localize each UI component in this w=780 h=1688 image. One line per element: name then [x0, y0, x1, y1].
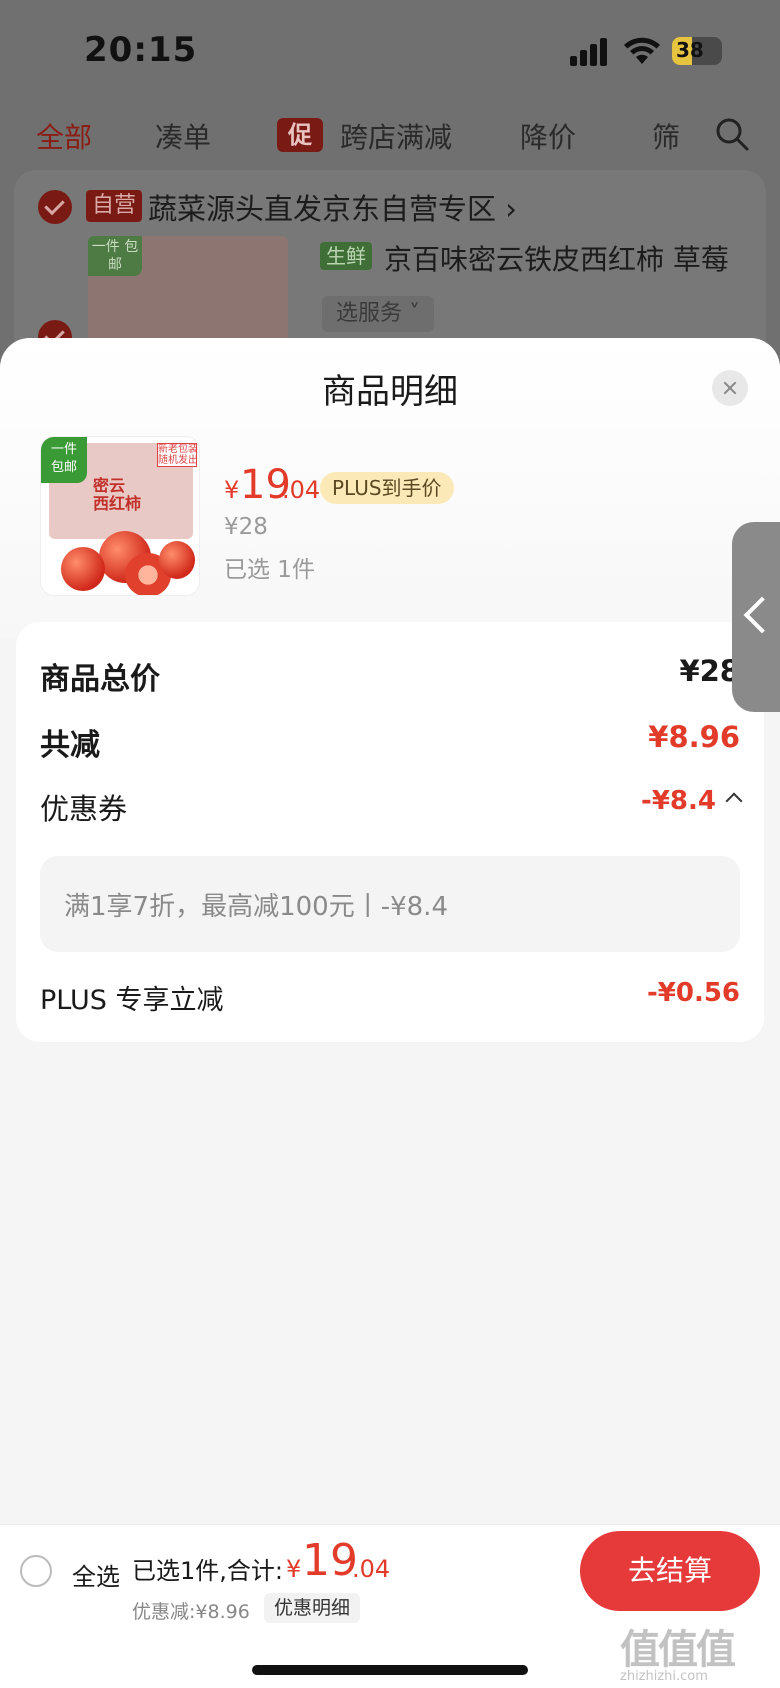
select-all-radio[interactable]	[20, 1555, 52, 1587]
tomato-image	[61, 547, 105, 591]
cart-filter-tabs: 全部 凑单 跨店满减 降价 筛	[0, 110, 780, 170]
tab-all[interactable]: 全部	[36, 116, 92, 156]
store-checkbox[interactable]	[38, 190, 72, 224]
service-selector[interactable]: 选服务 ˅	[322, 296, 435, 332]
signal-icon	[570, 38, 610, 66]
total-integer: 19	[302, 1535, 358, 1586]
coupon-label: 优惠券	[40, 792, 128, 826]
status-time: 20:15	[84, 30, 198, 70]
coupon-detail-text: 满1享7折，最高减100元丨-¥8.4	[64, 892, 448, 922]
select-all-label[interactable]: 全选	[72, 1557, 120, 1592]
wifi-icon	[624, 37, 660, 64]
price-breakdown-card: 商品总价 ¥28 共减 ¥8.96 优惠券 -¥8.4 满1享7折，最高减100…	[16, 622, 764, 1042]
product-thumbnail: 密云 西红柿 一件 包邮 新老包装 随机发出	[40, 436, 200, 596]
cart-page-background: 20:15 38 全部 凑单 跨店满减 降价 筛 促 自营 蔬菜源头直发京东自营…	[0, 0, 780, 390]
total-currency: ¥	[286, 1555, 302, 1583]
chevron-up-icon	[725, 792, 743, 810]
coupon-detail-box: 满1享7折，最高减100元丨-¥8.4	[40, 856, 740, 952]
plus-price-tag: PLUS到手价	[320, 472, 454, 504]
side-expand-handle[interactable]	[732, 522, 780, 712]
item-title[interactable]: 京百味密云铁皮西红柿 草莓	[384, 238, 729, 278]
original-price: ¥28	[224, 514, 268, 540]
checkout-button[interactable]: 去结算	[580, 1531, 760, 1611]
plus-discount-value: -¥0.56	[646, 978, 740, 1008]
battery-icon: 38	[672, 37, 722, 65]
total-discount-value: ¥8.96	[648, 720, 740, 754]
watermark: 值值值 zhizhizhi.com	[620, 1627, 736, 1684]
tab-cross-store[interactable]: 跨店满减	[340, 116, 452, 156]
package-tag: 新老包装 随机发出	[157, 443, 198, 467]
discount-summary: 优惠减:¥8.96	[132, 1601, 250, 1623]
close-button[interactable]	[712, 370, 748, 406]
free-shipping-badge: 一件 包邮	[41, 437, 87, 483]
promo-badge: 促	[277, 118, 323, 152]
free-shipping-badge: 一件 包邮	[88, 236, 142, 276]
tab-bundle[interactable]: 凑单	[155, 116, 211, 156]
product-detail-sheet: 商品明细 密云 西红柿 一件 包邮 新老包装 随机发出 ¥ 19 .04 PLU…	[0, 338, 780, 1524]
fresh-tag: 生鲜	[320, 242, 372, 270]
price-decimal: .04	[282, 476, 321, 504]
summary-label: 已选1件,合计:	[132, 1557, 283, 1585]
checkout-bar: 全选 已选1件,合计: ¥ 19 .04 优惠减:¥8.96 优惠明细 去结算 …	[0, 1524, 780, 1688]
discount-detail-button[interactable]: 优惠明细	[264, 1593, 361, 1623]
total-discount-label: 共减	[40, 728, 100, 763]
status-bar: 20:15 38	[0, 0, 780, 100]
tab-filter[interactable]: 筛	[652, 116, 680, 156]
price-currency: ¥	[224, 476, 240, 504]
home-indicator	[252, 1665, 528, 1675]
plus-discount-label: PLUS 专享立减	[40, 985, 224, 1016]
tomato-image	[159, 541, 195, 579]
selected-count: 已选 1件	[224, 557, 315, 583]
total-decimal: .04	[352, 1555, 391, 1583]
search-icon[interactable]	[714, 116, 750, 152]
coupon-toggle[interactable]: -¥8.4	[641, 786, 743, 816]
total-price-label: 商品总价	[40, 662, 160, 697]
coupon-value: -¥8.4	[641, 786, 716, 816]
self-operated-tag: 自营	[86, 190, 143, 222]
battery-level: 38	[676, 38, 704, 62]
store-name[interactable]: 蔬菜源头直发京东自营专区 ›	[148, 186, 517, 228]
total-price-value: ¥28	[679, 654, 740, 688]
tab-price-drop[interactable]: 降价	[520, 116, 576, 156]
sheet-title: 商品明细	[322, 372, 458, 412]
